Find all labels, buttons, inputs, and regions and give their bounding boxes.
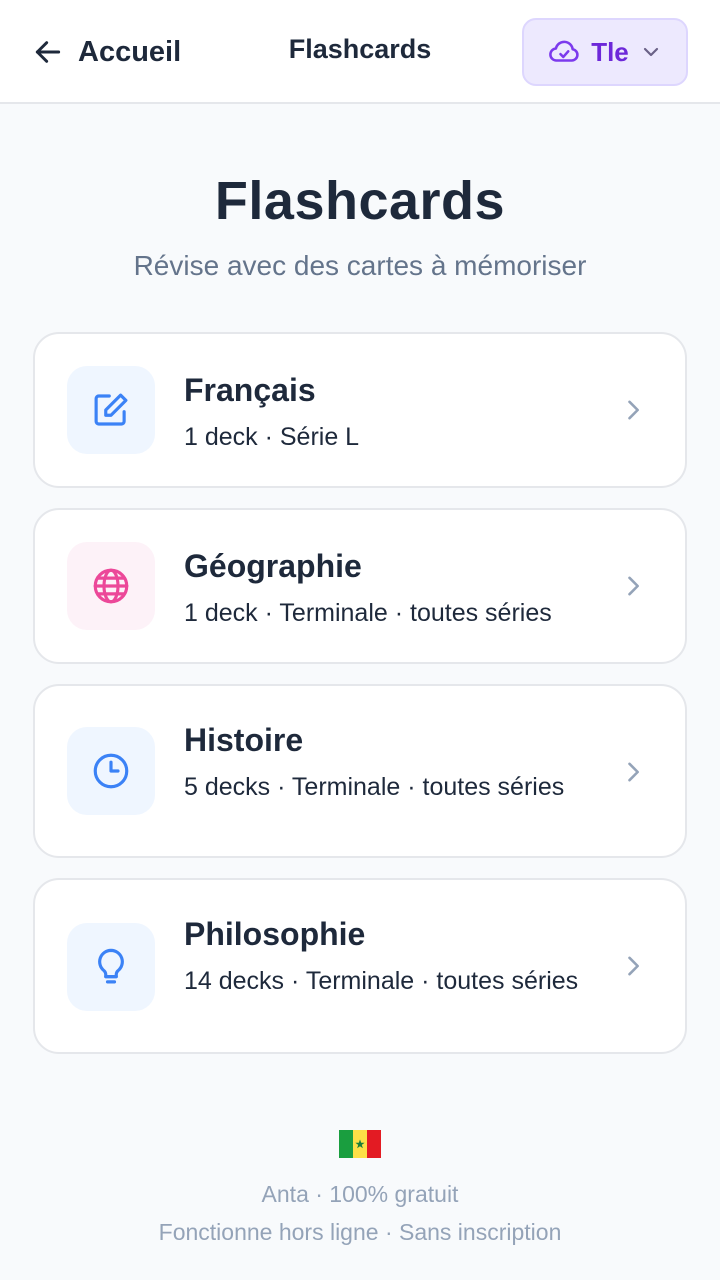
subject-card-geographie[interactable]: Géographie 1 deck · Terminale · toutes s… — [33, 508, 687, 664]
subject-name: Géographie — [184, 548, 362, 584]
page-title: Flashcards — [214, 171, 506, 231]
subject-meta: 1 deck · Série L — [184, 423, 360, 451]
edit-icon — [94, 393, 128, 426]
subject-card-philosophie[interactable]: Philosophie 14 decks · Terminale · toute… — [33, 878, 687, 1054]
subject-icon-box — [67, 727, 155, 815]
subject-name: Philosophie — [184, 916, 366, 952]
cloud-check-icon — [549, 40, 579, 62]
page-subtitle: Révise avec des cartes à mémoriser — [133, 250, 587, 281]
subject-meta: 14 decks · Terminale · toutes séries — [184, 967, 579, 995]
subject-name: Histoire — [184, 722, 304, 758]
subject-meta: 1 deck · Terminale · toutes séries — [184, 599, 552, 627]
subject-name: Français — [184, 372, 316, 408]
senegal-flag-icon — [339, 1130, 381, 1158]
footer-tagline: Anta · 100% gratuit — [261, 1181, 459, 1207]
globe-icon — [93, 568, 129, 604]
top-bar: Accueil Flashcards Tle — [0, 0, 720, 104]
footer-features: Fonctionne hors ligne · Sans inscription — [158, 1219, 562, 1245]
subject-card-francais[interactable]: Français 1 deck · Série L — [33, 332, 687, 488]
arrow-left-icon — [35, 41, 61, 63]
subject-card-histoire[interactable]: Histoire 5 decks · Terminale · toutes sé… — [33, 684, 687, 858]
chevron-right-icon — [628, 762, 639, 782]
back-label: Accueil — [78, 35, 182, 68]
subject-icon-box — [67, 542, 155, 630]
back-button[interactable]: Accueil — [32, 30, 181, 74]
subject-icon-box — [67, 366, 155, 454]
subject-icon-box — [67, 923, 155, 1011]
chevron-right-icon — [628, 400, 639, 420]
level-selector-button[interactable]: Tle — [522, 18, 688, 86]
chevron-right-icon — [628, 956, 639, 976]
chevron-right-icon — [628, 576, 639, 596]
subject-meta: 5 decks · Terminale · toutes séries — [184, 773, 565, 801]
lightbulb-icon — [98, 948, 124, 984]
clock-icon — [93, 753, 129, 789]
level-label: Tle — [591, 36, 629, 67]
chevron-down-icon — [643, 47, 658, 57]
